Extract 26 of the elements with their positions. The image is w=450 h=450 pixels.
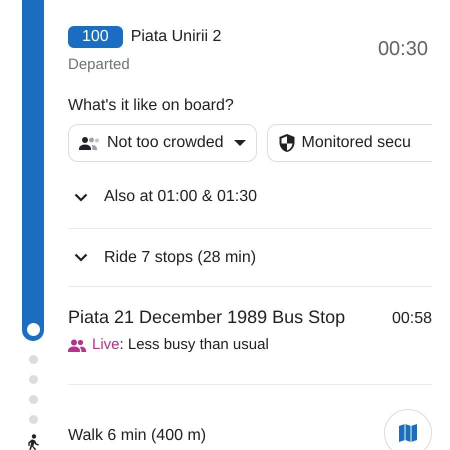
- walk-dot: [28, 415, 38, 424]
- stop-marker: [26, 323, 40, 336]
- security-chip[interactable]: Monitored secu: [266, 124, 432, 162]
- departure-time: 00:30: [378, 38, 428, 61]
- people-icon: [68, 338, 86, 352]
- chevron-icon: [74, 192, 88, 202]
- expand-row[interactable]: Ride 7 stops (28 min): [68, 228, 432, 286]
- map-button[interactable]: [384, 409, 432, 450]
- people-icon: [79, 136, 101, 150]
- walk-dot: [28, 375, 38, 384]
- map-icon: [398, 423, 418, 443]
- caret-icon: [234, 139, 246, 147]
- headsign: Piata Unirii 2: [130, 28, 222, 46]
- route-badge: 100: [68, 26, 123, 48]
- chevron-icon: [74, 253, 88, 262]
- crowding-chip[interactable]: Not too crowded: [68, 124, 257, 162]
- walk-dot: [28, 355, 38, 364]
- walk-directions: Walk 6 min (400 m): [68, 427, 206, 445]
- walk-dot: [28, 395, 38, 404]
- shield-icon: [278, 133, 296, 153]
- arrival-time: 00:58: [392, 310, 432, 328]
- expand-row[interactable]: Also at 01:00 & 01:30: [68, 166, 432, 228]
- stop-name: Piata 21 December 1989 Bus Stop: [68, 307, 346, 328]
- departure-status: Departed: [68, 56, 131, 73]
- question-label: What's it like on board?: [68, 97, 235, 115]
- live-status: Live: Less busy than usual: [92, 336, 269, 353]
